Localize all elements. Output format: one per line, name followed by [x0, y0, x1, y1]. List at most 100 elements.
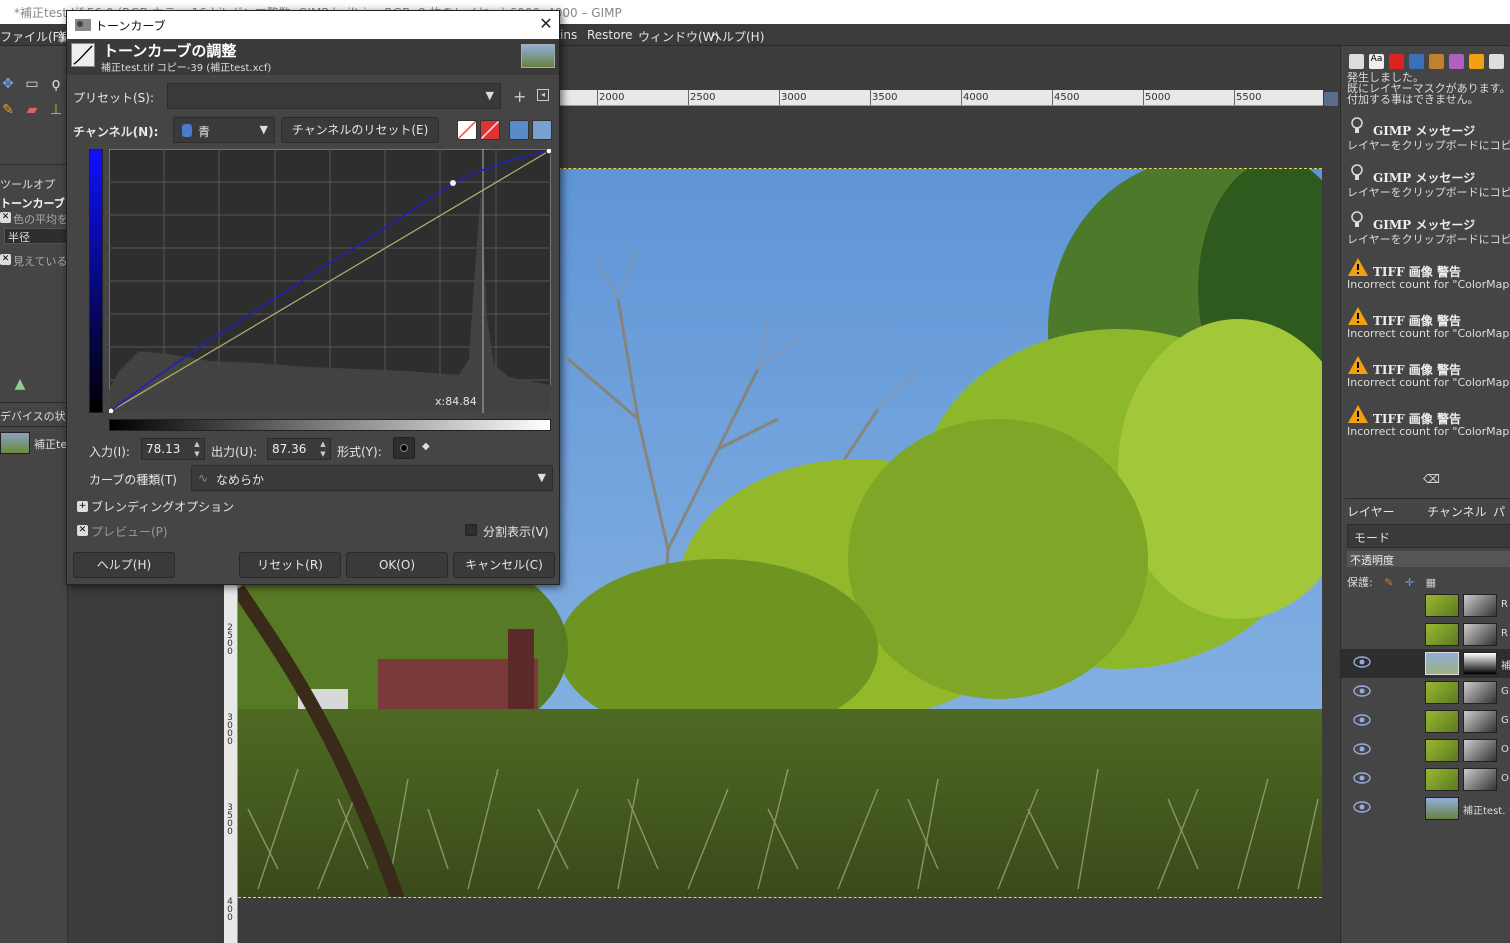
curve-type-combo[interactable]: ∿ なめらか ▼	[191, 465, 553, 491]
output-spinbutton[interactable]: 87.36 ▲ ▼	[267, 438, 331, 460]
curve-type-label: カーブの種類(T)	[89, 473, 177, 487]
lock-position-icon[interactable]: ✛	[1405, 576, 1414, 589]
visibility-eye-icon[interactable]	[1353, 713, 1371, 727]
layer-row[interactable]: R	[1341, 591, 1510, 620]
layer-mask-thumbnail[interactable]	[1463, 594, 1497, 617]
menu-file[interactable]: ファイル(F)	[0, 28, 64, 45]
tab-channels[interactable]: チャンネル	[1427, 503, 1487, 520]
layer-thumbnail[interactable]	[1425, 710, 1459, 733]
tab-layers[interactable]: レイヤー	[1347, 503, 1395, 520]
input-spinbutton[interactable]: 78.13 ▲ ▼	[141, 438, 205, 460]
tool-restore-icon[interactable]: ▲	[12, 376, 28, 392]
layer-row[interactable]: O	[1341, 765, 1510, 794]
layer-thumbnail[interactable]	[1425, 768, 1459, 791]
layer-thumbnail[interactable]	[1425, 681, 1459, 704]
clear-messages-icon[interactable]: ⌫	[1423, 472, 1440, 486]
lock-pixels-icon[interactable]: ✎	[1384, 576, 1393, 589]
layer-row[interactable]: R	[1341, 620, 1510, 649]
stamp-icon[interactable]: ⊥	[48, 102, 64, 118]
patterns-tab-icon[interactable]	[1449, 54, 1464, 69]
vertical-ruler[interactable]: 2 5 0 0 3 0 0 0 3 5 0 0 4 0 0	[224, 580, 238, 943]
control-point[interactable]	[450, 180, 456, 186]
smooth-point-button[interactable]	[393, 437, 415, 459]
layer-thumbnail[interactable]	[1425, 594, 1459, 617]
tool-options-tab[interactable]: ツールオプ	[0, 176, 55, 192]
layer-mask-thumbnail[interactable]	[1463, 739, 1497, 762]
lock-alpha-icon[interactable]: ▦	[1426, 576, 1436, 589]
linear-graph-icon[interactable]	[509, 120, 529, 140]
split-view-checkbox[interactable]	[465, 524, 477, 536]
layer-thumbnail[interactable]	[1425, 797, 1459, 820]
cancel-button[interactable]: キャンセル(C)	[453, 552, 555, 578]
layer-row[interactable]: 補正test.	[1341, 794, 1510, 823]
close-icon[interactable]: ✕	[537, 14, 555, 34]
layer-row[interactable]: O	[1341, 736, 1510, 765]
expand-blending-icon[interactable]: +	[77, 501, 88, 512]
layer-thumbnail[interactable]	[1425, 652, 1459, 675]
preview-checkbox[interactable]: ✕	[77, 525, 88, 536]
log-histogram-icon[interactable]	[480, 120, 500, 140]
layer-mask-thumbnail[interactable]	[1463, 710, 1497, 733]
menu-windows[interactable]: ウィンドウ(W)	[638, 28, 719, 45]
layer-row[interactable]: G	[1341, 678, 1510, 707]
image-thumbnail[interactable]	[0, 432, 30, 454]
opacity-slider[interactable]: 不透明度	[1347, 551, 1510, 567]
horizontal-ruler[interactable]: 2000 2500 3000 3500 4000 4500 5000 5500	[559, 90, 1323, 106]
linear-histogram-icon[interactable]	[457, 120, 477, 140]
eraser-icon[interactable]: ▰	[24, 102, 40, 118]
preset-menu-icon[interactable]: ◂	[537, 89, 549, 101]
fonts-tab-icon[interactable]: Aa	[1369, 54, 1384, 69]
visibility-eye-icon[interactable]	[1353, 655, 1371, 669]
document-tab-icon[interactable]	[1489, 54, 1504, 69]
layer-mask-thumbnail[interactable]	[1463, 768, 1497, 791]
layer-row[interactable]: G	[1341, 707, 1510, 736]
sample-average-checkbox[interactable]: ✕	[0, 212, 11, 223]
menu-restore[interactable]: Restore	[587, 28, 633, 42]
spin-arrows-icon[interactable]: ▲ ▼	[191, 439, 203, 459]
layer-thumbnail[interactable]	[1425, 623, 1459, 646]
move-tool-icon[interactable]: ✥	[0, 76, 16, 92]
tool-options-tab-icon[interactable]	[1349, 54, 1364, 69]
layer-mask-thumbnail[interactable]	[1463, 623, 1497, 646]
histogram-tab-icon[interactable]	[1409, 54, 1424, 69]
visible-checkbox[interactable]: ✕	[0, 254, 11, 265]
add-preset-icon[interactable]: +	[513, 87, 526, 106]
curve-graph[interactable]	[109, 149, 551, 413]
device-status-tab[interactable]: デバイスの状	[0, 408, 66, 424]
pencil-icon[interactable]: ✎	[0, 102, 16, 118]
menu-help[interactable]: ヘルプ(H)	[710, 28, 764, 45]
layer-mask-thumbnail[interactable]	[1463, 652, 1497, 675]
corner-point-icon[interactable]: ◆	[422, 441, 430, 452]
error-console-tab-icon[interactable]	[1469, 54, 1484, 69]
layer-thumbnail[interactable]	[1425, 739, 1459, 762]
ruler-tick: 3 5 0 0	[227, 803, 233, 837]
visibility-eye-icon[interactable]	[1353, 597, 1371, 611]
layer-mode-combo[interactable]: モード	[1347, 524, 1510, 548]
visibility-eye-icon[interactable]	[1353, 684, 1371, 698]
lasso-icon[interactable]: ϙ	[48, 76, 64, 92]
channel-reset-button[interactable]: チャンネルのリセット(E)	[281, 117, 439, 143]
blending-options-expander[interactable]: ブレンディングオプション	[91, 498, 234, 515]
preset-combo[interactable]: ▼	[167, 83, 501, 109]
brushes-tab-icon[interactable]	[1429, 54, 1444, 69]
radius-field[interactable]: 半径	[4, 228, 68, 244]
control-point[interactable]	[545, 149, 551, 155]
help-button[interactable]: ヘルプ(H)	[73, 552, 175, 578]
tab-paths[interactable]: パ	[1493, 503, 1505, 520]
control-point[interactable]	[109, 407, 115, 413]
log-graph-icon[interactable]	[532, 120, 552, 140]
rect-select-icon[interactable]: ▭	[24, 76, 40, 92]
navigate-icon[interactable]	[1324, 92, 1338, 106]
visibility-eye-icon[interactable]	[1353, 742, 1371, 756]
visibility-eye-icon[interactable]	[1353, 800, 1371, 814]
visibility-eye-icon[interactable]	[1353, 771, 1371, 785]
reset-button[interactable]: リセット(R)	[239, 552, 341, 578]
visibility-eye-icon[interactable]	[1353, 626, 1371, 640]
layer-mask-thumbnail[interactable]	[1463, 681, 1497, 704]
palette-tab-icon[interactable]	[1389, 54, 1404, 69]
ok-button[interactable]: OK(O)	[346, 552, 448, 578]
layer-row[interactable]: 補	[1341, 649, 1510, 678]
spin-arrows-icon[interactable]: ▲ ▼	[317, 439, 329, 459]
menu-plugins[interactable]: ins	[560, 28, 577, 42]
channel-combo[interactable]: 青 ▼	[173, 117, 275, 143]
